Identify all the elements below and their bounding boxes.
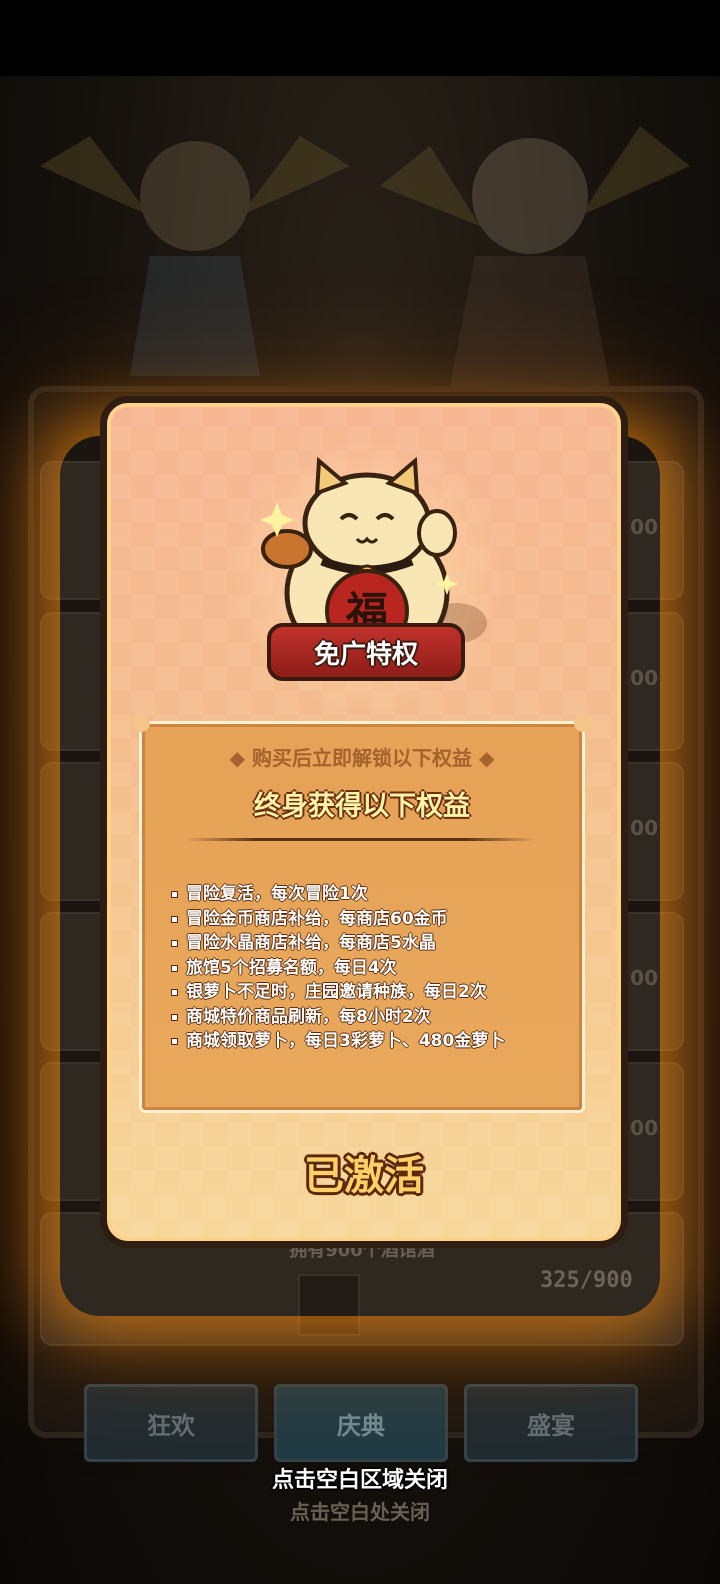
status-bar [0, 0, 720, 76]
list-item: 冒险水晶商店补给，每商店5水晶 [170, 931, 505, 956]
game-scene: 00 00 00 00 00 拥有900个酒馆酒 325/900 狂欢 庆典 盛… [0, 76, 720, 1584]
list-item: 商城特价商品刷新，每8小时2次 [170, 1005, 505, 1030]
dim-close-hint: 点击空白处关闭 [290, 1500, 430, 1524]
divider [186, 838, 536, 841]
tab-shengyan[interactable]: 盛宴 [464, 1384, 638, 1462]
benefits-panel: ◆ 购买后立即解锁以下权益 ◆ 终身获得以下权益 冒险复活，每次冒险1次 冒险金… [132, 714, 592, 1113]
list-item: 冒险金币商店补给，每商店60金币 [170, 907, 505, 932]
panel-header: ◆ 购买后立即解锁以下权益 ◆ [229, 746, 495, 770]
activated-status-button[interactable]: 已激活 [107, 1143, 621, 1201]
tab-qingdian[interactable]: 庆典 [274, 1384, 448, 1462]
hero-right-figure [380, 126, 690, 386]
list-item: 冒险复活，每次冒险1次 [170, 882, 505, 907]
list-item: 商城领取萝卜，每日3彩萝卜、480金萝卜 [170, 1029, 505, 1054]
close-hint[interactable]: 点击空白区域关闭 [0, 1462, 720, 1494]
privilege-modal: 福 免广特权 ◆ 购买后立即解锁以下权益 ◆ 终身获得以下权益 冒险复活，每次冒… [100, 396, 628, 1248]
list-item: 旅馆5个招募名额，每日4次 [170, 956, 505, 981]
panel-title: 终身获得以下权益 [254, 791, 470, 822]
benefits-list: 冒险复活，每次冒险1次 冒险金币商店补给，每商店60金币 冒险水晶商店补给，每商… [170, 882, 505, 1054]
tab-kuanghuan[interactable]: 狂欢 [84, 1384, 258, 1462]
hero-left-figure [40, 136, 350, 376]
ad-free-badge: 免广特权 [267, 623, 465, 681]
list-item: 银萝卜不足时，庄园邀请种族，每日2次 [170, 980, 505, 1005]
